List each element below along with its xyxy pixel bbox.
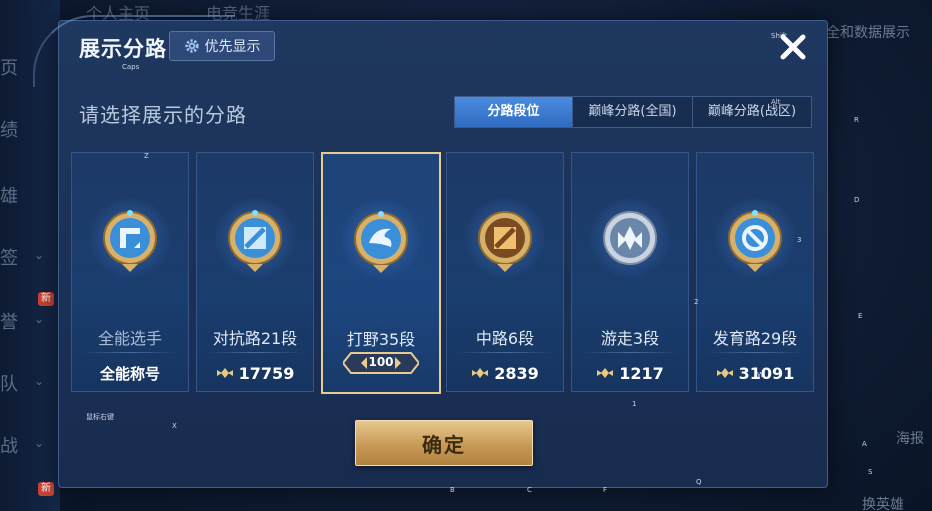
all-round-emblem-icon	[103, 210, 157, 272]
support-emblem-icon	[603, 211, 657, 265]
key-hint-b: B	[450, 486, 455, 494]
jungle-emblem-icon	[354, 211, 408, 273]
key-hint-3: 3	[797, 236, 802, 244]
key-hint-q: Q	[696, 478, 702, 486]
new-badge: 新	[38, 292, 54, 306]
key-hint-z: Z	[144, 152, 149, 160]
key-hint-s: S	[868, 468, 873, 476]
chevron-down-icon: ⌄	[34, 248, 45, 262]
key-hint-w: W	[757, 371, 764, 379]
lane-card-all-round[interactable]: 全能选手 全能称号	[71, 152, 189, 392]
key-hint-shift: Shift	[771, 32, 787, 40]
top-lane-emblem-icon	[228, 210, 282, 272]
card-divider	[582, 352, 678, 353]
lane-score-value: 31091	[738, 363, 795, 383]
bg-poster-label: 海报	[896, 431, 924, 447]
lane-level-value: 100	[368, 355, 394, 369]
lane-card-top-lane[interactable]: 对抗路21段 17759	[196, 152, 314, 392]
lane-card-mid-lane[interactable]: 中路6段 2839	[446, 152, 564, 392]
rank-wing-icon	[716, 368, 733, 378]
lane-card-list: 全能选手 全能称号 对抗路21段 17759 打野35段 100 中路6段 28…	[71, 152, 816, 394]
card-divider	[457, 352, 553, 353]
farm-lane-emblem-icon	[728, 210, 782, 272]
lane-card-name: 游走3段	[600, 329, 660, 348]
bg-sidebar-item-1: 页	[0, 58, 18, 79]
card-divider	[707, 352, 803, 353]
lane-card-name: 全能选手	[97, 329, 162, 348]
lane-card-support[interactable]: 游走3段 1217	[571, 152, 689, 392]
tab-peak-region[interactable]: 巅峰分路(战区)	[693, 97, 811, 127]
lane-score-value: 17759	[238, 363, 295, 383]
confirm-button[interactable]: 确定	[355, 420, 533, 466]
bg-data-display-text: 全和数据展示	[826, 25, 910, 41]
bg-sidebar-item-4: 签	[0, 248, 18, 269]
lane-card-name: 打野35段	[346, 330, 416, 349]
lane-card-score: 1217	[572, 359, 688, 387]
lane-score-value: 1217	[619, 363, 664, 383]
select-lane-heading: 请选择展示的分路	[79, 103, 247, 127]
lane-card-score: 31091	[697, 359, 813, 387]
mid-lane-emblem-icon	[478, 211, 532, 272]
lane-card-score: 17759	[197, 359, 313, 387]
lane-card-name: 对抗路21段	[212, 329, 298, 348]
bg-sidebar-item-5: 誉	[0, 312, 18, 333]
bg-change-hero-label: 换英雄	[862, 497, 904, 511]
lane-card-name: 发育路29段	[712, 329, 798, 348]
lane-card-jungle[interactable]: 打野35段 100	[321, 152, 441, 394]
chevron-down-icon: ⌄	[34, 312, 45, 326]
key-hint-a: A	[862, 440, 867, 448]
key-hint-r: R	[854, 116, 859, 124]
chevron-down-icon: ⌄	[34, 436, 45, 450]
card-divider	[207, 352, 303, 353]
bg-sidebar-item-6: 队	[0, 374, 18, 395]
lane-card-name: 中路6段	[475, 329, 535, 348]
key-hint-x: X	[172, 422, 177, 430]
rank-wing-icon	[472, 368, 489, 378]
key-hint-caps: Caps	[122, 63, 140, 71]
lane-display-dialog: 展示分路 优先显示 请选择展示的分路 分路段位 巅峰分路(全国) 巅峰分路(战区…	[33, 15, 828, 488]
key-hint-1: 1	[632, 400, 637, 408]
dialog-title: 展示分路	[79, 37, 167, 61]
tab-lane-rank[interactable]: 分路段位	[455, 97, 573, 127]
bg-sidebar-item-7: 战	[0, 436, 18, 457]
new-badge: 新	[38, 482, 54, 496]
key-hint-mouse-right: 鼠标右键	[86, 413, 114, 421]
gear-icon	[184, 39, 199, 53]
lane-card-farm-lane[interactable]: 发育路29段 31091	[696, 152, 814, 392]
bg-sidebar-item-3: 雄	[0, 186, 18, 207]
chevron-down-icon: ⌄	[34, 374, 45, 388]
rank-wing-icon	[597, 368, 614, 378]
rank-wing-icon	[216, 368, 233, 378]
key-hint-f: F	[603, 486, 608, 494]
key-hint-2: 2	[694, 298, 699, 306]
lane-card-score: 2839	[447, 359, 563, 387]
key-hint-alt: Alt	[771, 98, 781, 106]
tab-peak-national[interactable]: 巅峰分路(全国)	[573, 97, 693, 127]
key-hint-d: D	[854, 196, 860, 204]
key-hint-c: C	[527, 486, 532, 494]
lane-tabs: 分路段位 巅峰分路(全国) 巅峰分路(战区)	[454, 96, 812, 128]
bg-sidebar-item-2: 绩	[0, 120, 18, 141]
lane-score-value: 2839	[494, 363, 539, 383]
card-divider	[82, 352, 178, 353]
lane-card-title-text: 全能称号	[99, 364, 160, 383]
priority-display-button[interactable]: 优先显示	[169, 31, 275, 61]
key-hint-e: E	[858, 312, 863, 320]
priority-display-label: 优先显示	[204, 39, 261, 55]
